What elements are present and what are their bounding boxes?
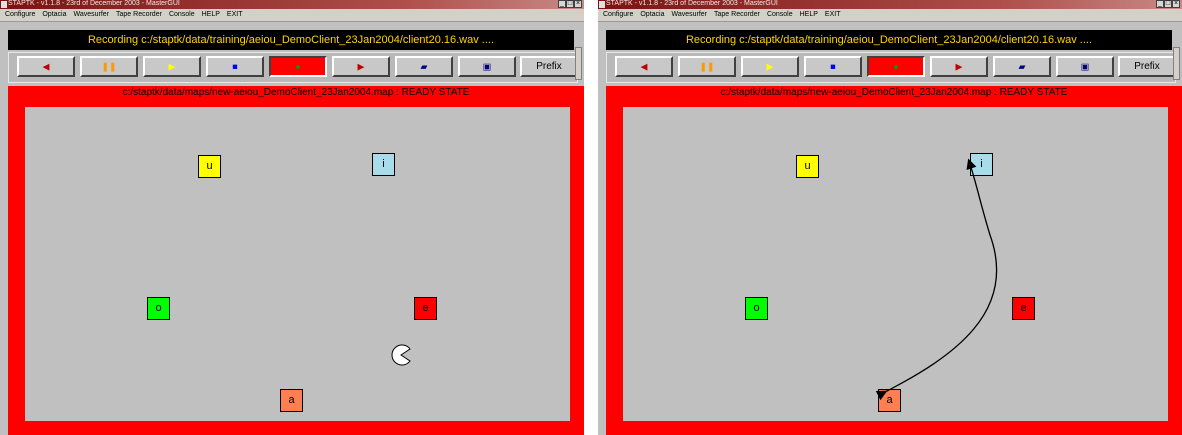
a-to-i-arrow <box>875 158 998 401</box>
save-icon: ▣ <box>482 61 492 71</box>
recording-status-bar: Recording c:/staptk/data/training/aeiou_… <box>606 30 1172 50</box>
skip-back-icon: ◀ <box>42 61 50 71</box>
app-icon[interactable] <box>599 1 605 8</box>
menu-configure[interactable]: Configure <box>5 9 35 21</box>
title-bar[interactable]: STAPTK - v1.1.8 - 23rd of December 2003 … <box>598 0 1182 9</box>
menu-wavesurfer[interactable]: Wavesurfer <box>73 9 109 21</box>
recording-status-text: Recording c:/staptk/data/training/aeiou_… <box>685 34 1093 46</box>
open-folder-icon: ▰ <box>1018 61 1026 71</box>
stop-button[interactable]: ■ <box>804 56 862 77</box>
vowel-map-panel: c:/staptk/data/maps/new-aeiou_DemoClient… <box>606 86 1182 435</box>
menu-optacia[interactable]: Optacia <box>42 9 66 21</box>
skip-back-icon: ◀ <box>640 61 648 71</box>
vowel-target-a[interactable]: a <box>280 389 303 412</box>
maximize-button[interactable]: □ <box>566 0 574 8</box>
menu-exit[interactable]: EXIT <box>227 9 243 21</box>
close-button[interactable]: × <box>1172 0 1180 8</box>
menu-help[interactable]: HELP <box>202 9 220 21</box>
pause-icon: ❚❚ <box>699 61 715 71</box>
toolbar-scroll-handle[interactable] <box>575 47 582 80</box>
pacman-cursor-icon <box>391 344 411 366</box>
minimize-button[interactable]: _ <box>558 0 566 8</box>
transport-toolbar: ◀ ❚❚ ▶ ■ ● ▶ ▰ ▣ Prefix <box>8 47 582 83</box>
vowel-target-u[interactable]: u <box>198 155 221 178</box>
vowel-map-panel: c:/staptk/data/maps/new-aeiou_DemoClient… <box>8 86 584 435</box>
trajectory-overlay <box>875 158 998 401</box>
menu-bar: Configure Optacia Wavesurfer Tape Record… <box>0 9 584 22</box>
menu-wavesurfer[interactable]: Wavesurfer <box>671 9 707 21</box>
menu-exit[interactable]: EXIT <box>825 9 841 21</box>
menu-bar: Configure Optacia Wavesurfer Tape Record… <box>598 9 1182 22</box>
vowel-target-o[interactable]: o <box>147 297 170 320</box>
menu-tape-recorder[interactable]: Tape Recorder <box>116 9 162 21</box>
prefix-button[interactable]: Prefix <box>520 56 578 77</box>
menu-tape-recorder[interactable]: Tape Recorder <box>714 9 760 21</box>
close-button[interactable]: × <box>574 0 582 8</box>
maximize-button[interactable]: □ <box>1164 0 1172 8</box>
recording-status-bar: Recording c:/staptk/data/training/aeiou_… <box>8 30 574 50</box>
recording-status-text: Recording c:/staptk/data/training/aeiou_… <box>87 34 495 46</box>
vowel-map-canvas[interactable]: u i o e a <box>623 107 1168 421</box>
save-icon: ▣ <box>1080 61 1090 71</box>
window-title: STAPTK - v1.1.8 - 23rd of December 2003 … <box>606 0 778 7</box>
record-icon: ● <box>893 61 899 71</box>
transport-toolbar: ◀ ❚❚ ▶ ■ ● ▶ ▰ ▣ Prefix <box>606 47 1180 83</box>
skip-back-button[interactable]: ◀ <box>615 56 673 77</box>
save-button[interactable]: ▣ <box>458 56 516 77</box>
play-button[interactable]: ▶ <box>143 56 201 77</box>
menu-optacia[interactable]: Optacia <box>640 9 664 21</box>
skip-forward-icon: ▶ <box>357 61 365 71</box>
app-icon[interactable] <box>1 1 7 8</box>
play-button[interactable]: ▶ <box>741 56 799 77</box>
prefix-button[interactable]: Prefix <box>1118 56 1176 77</box>
title-bar[interactable]: STAPTK - v1.1.8 - 23rd of December 2003 … <box>0 0 584 9</box>
save-button[interactable]: ▣ <box>1056 56 1114 77</box>
open-button[interactable]: ▰ <box>395 56 453 77</box>
vowel-map-canvas[interactable]: u i o e a <box>25 107 570 421</box>
vowel-target-i[interactable]: i <box>372 153 395 176</box>
menu-help[interactable]: HELP <box>800 9 818 21</box>
play-icon: ▶ <box>766 61 774 71</box>
skip-forward-button[interactable]: ▶ <box>332 56 390 77</box>
minimize-button[interactable]: _ <box>1156 0 1164 8</box>
record-icon: ● <box>295 61 301 71</box>
toolbar-scroll-handle[interactable] <box>1173 47 1180 80</box>
record-button[interactable]: ● <box>867 56 925 77</box>
staptk-window-left: STAPTK - v1.1.8 - 23rd of December 2003 … <box>0 0 584 435</box>
pause-icon: ❚❚ <box>101 61 117 71</box>
stop-icon: ■ <box>830 61 836 71</box>
stop-icon: ■ <box>232 61 238 71</box>
vowel-target-e[interactable]: e <box>414 297 437 320</box>
menu-console[interactable]: Console <box>767 9 793 21</box>
play-icon: ▶ <box>168 61 176 71</box>
pause-button[interactable]: ❚❚ <box>678 56 736 77</box>
menu-configure[interactable]: Configure <box>603 9 633 21</box>
menu-console[interactable]: Console <box>169 9 195 21</box>
pause-button[interactable]: ❚❚ <box>80 56 138 77</box>
skip-forward-button[interactable]: ▶ <box>930 56 988 77</box>
skip-forward-icon: ▶ <box>955 61 963 71</box>
skip-back-button[interactable]: ◀ <box>17 56 75 77</box>
window-title: STAPTK - v1.1.8 - 23rd of December 2003 … <box>8 0 180 7</box>
open-button[interactable]: ▰ <box>993 56 1051 77</box>
staptk-window-right: STAPTK - v1.1.8 - 23rd of December 2003 … <box>598 0 1182 435</box>
stop-button[interactable]: ■ <box>206 56 264 77</box>
map-title: c:/staptk/data/maps/new-aeiou_DemoClient… <box>122 87 470 98</box>
map-title: c:/staptk/data/maps/new-aeiou_DemoClient… <box>720 87 1068 98</box>
record-button[interactable]: ● <box>269 56 327 77</box>
open-folder-icon: ▰ <box>420 61 428 71</box>
